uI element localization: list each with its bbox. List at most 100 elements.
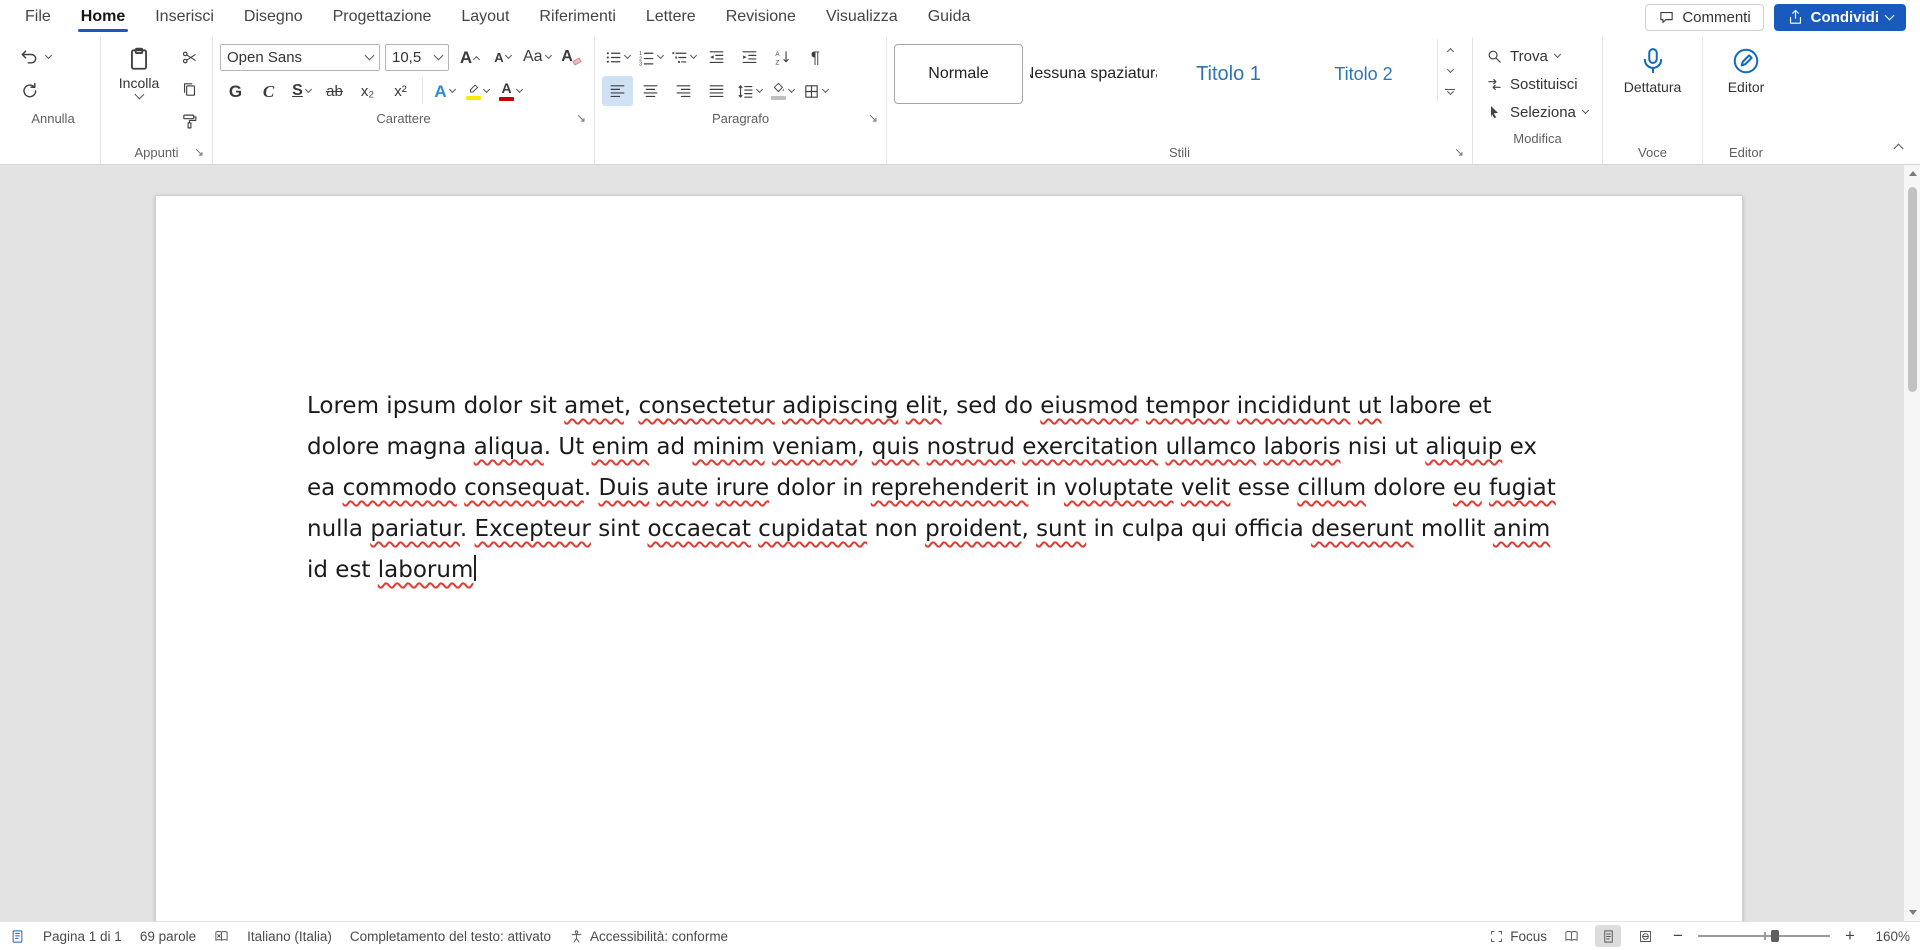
share-button[interactable]: Condividi: [1774, 4, 1906, 31]
print-layout-button[interactable]: [1595, 925, 1621, 947]
scroll-down-button[interactable]: [1904, 904, 1920, 921]
style-nessuna-spaziatura[interactable]: Nessuna spaziatura: [1029, 44, 1158, 104]
align-center-button[interactable]: [635, 76, 666, 106]
font-dialog-launcher[interactable]: ↘: [573, 110, 589, 126]
cut-button[interactable]: [174, 42, 205, 72]
styles-gallery-scroll: [1437, 39, 1462, 102]
redo-button[interactable]: [13, 76, 44, 106]
tab-file[interactable]: File: [10, 0, 66, 34]
shrink-font-button[interactable]: A: [487, 42, 518, 72]
notebook-icon[interactable]: [10, 929, 25, 944]
superscript-button[interactable]: x²: [385, 76, 416, 106]
tab-inserisci[interactable]: Inserisci: [140, 0, 229, 34]
ribbon-tabs: File Home Inserisci Disegno Progettazion…: [10, 0, 985, 34]
tab-home[interactable]: Home: [66, 0, 140, 34]
multilevel-list-button[interactable]: [668, 42, 699, 72]
clear-formatting-button[interactable]: A: [556, 42, 587, 72]
replace-button[interactable]: Sostituisci: [1480, 70, 1595, 98]
sort-button[interactable]: AZ: [767, 42, 798, 72]
change-case-button[interactable]: Aa: [520, 42, 554, 72]
style-normale[interactable]: Normale: [894, 44, 1023, 104]
line-spacing-button[interactable]: [734, 76, 765, 106]
underline-button[interactable]: S: [286, 76, 317, 106]
scroll-up-button[interactable]: [1904, 165, 1920, 182]
page-count[interactable]: Pagina 1 di 1: [43, 929, 122, 944]
web-layout-button[interactable]: [1632, 925, 1658, 947]
collapse-ribbon-button[interactable]: [1886, 136, 1910, 156]
format-painter-button[interactable]: [174, 106, 205, 136]
decrease-indent-button[interactable]: [701, 42, 732, 72]
shading-button[interactable]: [767, 76, 798, 106]
text-effects-button[interactable]: A: [429, 76, 460, 106]
italic-button[interactable]: C: [253, 76, 284, 106]
editor-button[interactable]: Editor: [1715, 39, 1777, 97]
styles-scroll-up-button[interactable]: [1438, 39, 1462, 60]
comments-button[interactable]: Commenti: [1645, 4, 1763, 31]
read-mode-button[interactable]: [1558, 925, 1584, 947]
zoom-out-button[interactable]: −: [1669, 927, 1687, 945]
misspelled-word: consectetur: [638, 393, 774, 419]
find-button[interactable]: Trova: [1480, 42, 1595, 70]
document-text[interactable]: Lorem ipsum dolor sit amet, consectetur …: [307, 386, 1565, 591]
align-right-button[interactable]: [668, 76, 699, 106]
accessibility-status[interactable]: Accessibilità: conforme: [569, 929, 728, 944]
grow-font-label: A: [460, 49, 472, 66]
bullets-button[interactable]: [602, 42, 633, 72]
caret-up-icon: [1446, 48, 1453, 55]
styles-dialog-launcher[interactable]: ↘: [1451, 144, 1467, 160]
zoom-percentage[interactable]: 160%: [1870, 929, 1910, 944]
tab-visualizza[interactable]: Visualizza: [811, 0, 913, 34]
tab-progettazione[interactable]: Progettazione: [318, 0, 447, 34]
language-status[interactable]: Italiano (Italia): [247, 929, 332, 944]
tab-lettere[interactable]: Lettere: [631, 0, 711, 34]
zoom-in-button[interactable]: +: [1841, 927, 1859, 945]
subscript-button[interactable]: x₂: [352, 76, 383, 106]
zoom-slider-thumb[interactable]: [1771, 930, 1779, 942]
borders-button[interactable]: [800, 76, 831, 106]
vertical-scrollbar[interactable]: [1903, 165, 1920, 921]
document-page[interactable]: Lorem ipsum dolor sit amet, consectetur …: [155, 195, 1743, 921]
justify-button[interactable]: [701, 76, 732, 106]
tab-riferimenti[interactable]: Riferimenti: [524, 0, 630, 34]
text-run: [775, 393, 782, 419]
strikethrough-button[interactable]: ab: [319, 76, 350, 106]
copy-button[interactable]: [174, 74, 205, 104]
style-titolo-1[interactable]: Titolo 1: [1164, 44, 1293, 104]
font-name-select[interactable]: Open Sans: [220, 44, 380, 71]
tab-guida[interactable]: Guida: [913, 0, 986, 34]
font-color-label: A: [501, 81, 511, 95]
font-color-button[interactable]: A: [495, 76, 526, 106]
strikethrough-label: ab: [326, 84, 343, 99]
font-size-select[interactable]: 10,5: [385, 44, 449, 71]
focus-toggle[interactable]: Focus: [1489, 929, 1547, 944]
text-completion-status[interactable]: Completamento del testo: attivato: [350, 929, 551, 944]
show-formatting-marks-button[interactable]: ¶: [800, 42, 831, 72]
align-left-button[interactable]: [602, 76, 633, 106]
tab-disegno[interactable]: Disegno: [229, 0, 318, 34]
scrollbar-thumb[interactable]: [1908, 187, 1917, 392]
undo-button[interactable]: [13, 42, 44, 72]
word-count[interactable]: 69 parole: [140, 929, 196, 944]
tab-layout[interactable]: Layout: [446, 0, 524, 34]
highlight-button[interactable]: [462, 76, 493, 106]
zoom-slider[interactable]: [1698, 935, 1830, 937]
bold-button[interactable]: G: [220, 76, 251, 106]
dictate-button[interactable]: Dettatura: [1622, 39, 1684, 97]
undo-dropdown-chevron[interactable]: [45, 52, 52, 59]
style-titolo-2[interactable]: Titolo 2: [1299, 44, 1428, 104]
text-run: [1482, 475, 1489, 501]
styles-scroll-down-button[interactable]: [1438, 60, 1462, 81]
numbering-button[interactable]: 123: [635, 42, 666, 72]
paste-dropdown-chevron[interactable]: [134, 90, 144, 100]
misspelled-word: minim: [692, 434, 764, 460]
menu-bar: File Home Inserisci Disegno Progettazion…: [0, 0, 1920, 34]
select-button[interactable]: Seleziona: [1480, 98, 1595, 126]
tab-revisione[interactable]: Revisione: [711, 0, 811, 34]
styles-expand-gallery-button[interactable]: [1438, 81, 1462, 102]
grow-font-button[interactable]: A: [454, 42, 485, 72]
increase-indent-button[interactable]: [734, 42, 765, 72]
paste-button[interactable]: Incolla: [108, 39, 170, 100]
proofing-status[interactable]: [214, 929, 229, 944]
clipboard-dialog-launcher[interactable]: ↘: [191, 144, 207, 160]
paragraph-dialog-launcher[interactable]: ↘: [865, 110, 881, 126]
